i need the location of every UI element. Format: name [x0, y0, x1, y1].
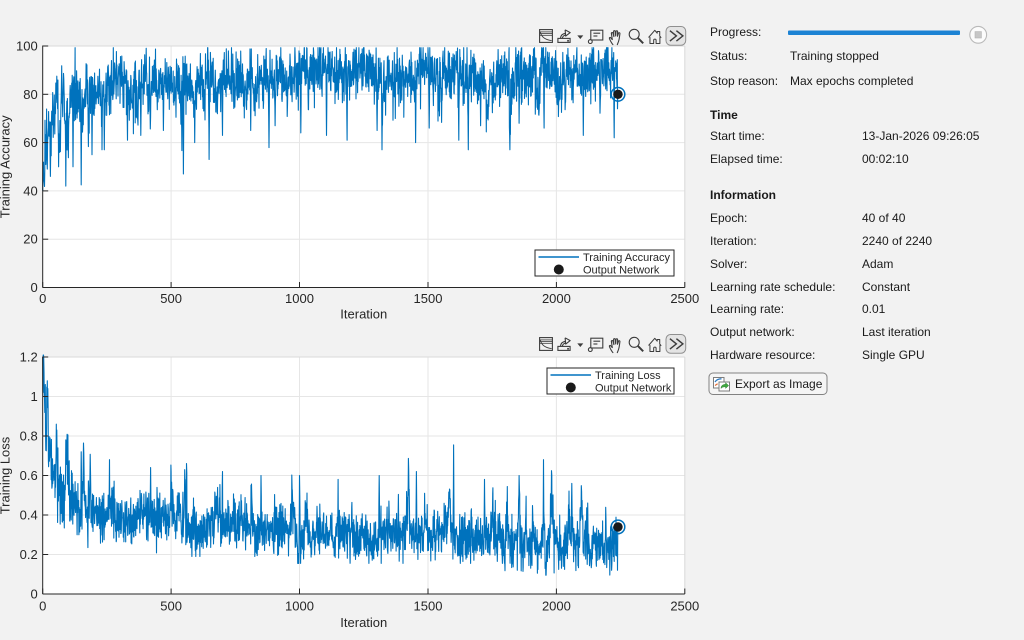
- svg-text:Export as Image: Export as Image: [735, 377, 823, 391]
- svg-text:1500: 1500: [414, 599, 443, 614]
- svg-text:2000: 2000: [542, 291, 571, 306]
- svg-text:0.6: 0.6: [20, 468, 38, 483]
- svg-text:1: 1: [30, 389, 37, 404]
- svg-text:Iteration: Iteration: [340, 307, 387, 322]
- svg-text:0.2: 0.2: [20, 547, 38, 562]
- svg-text:0: 0: [30, 587, 37, 602]
- svg-text:Training Loss: Training Loss: [0, 436, 13, 514]
- svg-text:1000: 1000: [285, 599, 314, 614]
- svg-text:0: 0: [30, 280, 37, 295]
- svg-text:Iteration: Iteration: [340, 615, 387, 630]
- svg-text:2000: 2000: [542, 599, 571, 614]
- svg-text:Training Accuracy: Training Accuracy: [0, 115, 13, 218]
- svg-text:500: 500: [160, 291, 182, 306]
- svg-text:100: 100: [16, 39, 38, 54]
- svg-text:0: 0: [39, 291, 46, 306]
- svg-text:60: 60: [23, 135, 37, 150]
- svg-text:1000: 1000: [285, 291, 314, 306]
- svg-text:Training Accuracy: Training Accuracy: [583, 252, 671, 264]
- svg-text:1.2: 1.2: [20, 350, 38, 365]
- svg-text:20: 20: [23, 232, 37, 247]
- svg-text:2500: 2500: [670, 291, 699, 306]
- svg-text:0: 0: [39, 599, 46, 614]
- svg-text:Training Loss: Training Loss: [595, 370, 661, 382]
- svg-text:80: 80: [23, 87, 37, 102]
- svg-text:Output Network: Output Network: [595, 383, 672, 395]
- svg-text:40: 40: [23, 183, 37, 198]
- svg-text:500: 500: [160, 599, 182, 614]
- svg-text:2500: 2500: [670, 599, 699, 614]
- svg-text:0.4: 0.4: [20, 508, 38, 523]
- svg-text:0.8: 0.8: [20, 429, 38, 444]
- svg-text:1500: 1500: [414, 291, 443, 306]
- svg-text:Output Network: Output Network: [583, 265, 660, 277]
